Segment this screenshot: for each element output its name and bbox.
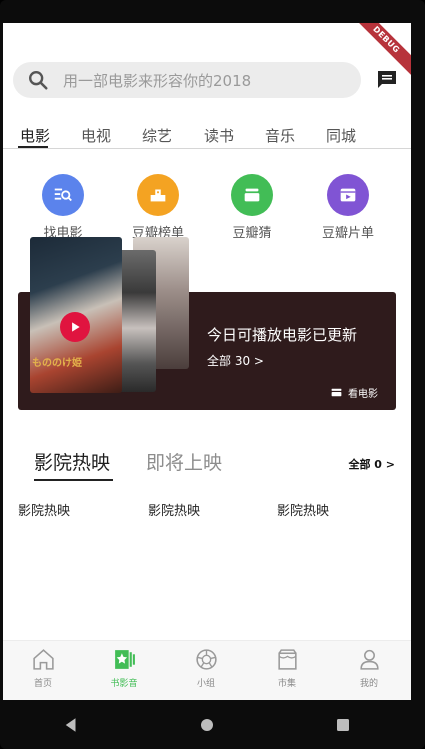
play-icon: [72, 322, 80, 332]
quick-guess[interactable]: 豆瓣猜: [212, 174, 292, 241]
film-list-icon: [327, 174, 369, 216]
bookmovie-icon: [114, 650, 135, 669]
quick-lists-label: 豆瓣片单: [321, 226, 374, 241]
nav-market[interactable]: 市集: [247, 647, 327, 689]
search-placeholder: 用一部电影来形容你的2018: [63, 71, 252, 90]
nav-market-label: 市集: [277, 679, 296, 689]
tab-books[interactable]: 读书: [204, 125, 234, 146]
podium-icon: [137, 174, 179, 216]
search-icon: [29, 71, 48, 90]
tab-music[interactable]: 音乐: [265, 125, 295, 146]
back-icon[interactable]: [62, 716, 80, 734]
tab-local[interactable]: 同城: [326, 125, 356, 146]
profile-icon: [359, 649, 379, 670]
watch-movie-button[interactable]: 看电影: [330, 385, 378, 400]
poster-title: もののけ姫: [32, 358, 82, 369]
banner-all-link[interactable]: 全部 30 >: [207, 352, 264, 369]
search-list-icon: [42, 174, 84, 216]
message-icon[interactable]: [375, 68, 399, 92]
bottom-navigation: 首页 书影音 小组 市集 我的: [3, 640, 411, 700]
tab-movie[interactable]: 电影: [20, 125, 50, 146]
active-tab-indicator: [18, 146, 48, 148]
nav-bookmovie[interactable]: 书影音: [84, 647, 164, 689]
tab-variety[interactable]: 综艺: [142, 125, 172, 146]
quick-guess-label: 豆瓣猜: [232, 226, 272, 241]
quick-rankings[interactable]: 豆瓣榜单: [118, 174, 198, 241]
search-input[interactable]: 用一部电影来形容你的2018: [13, 62, 361, 98]
nav-profile-label: 我的: [359, 679, 378, 689]
home-icon: [32, 649, 54, 670]
android-nav-bar: [3, 700, 411, 749]
watch-movie-label: 看电影: [348, 389, 378, 400]
tab-tv[interactable]: 电视: [81, 125, 111, 146]
home-button-icon[interactable]: [198, 716, 216, 734]
nav-group[interactable]: 小组: [166, 647, 246, 689]
market-icon: [277, 649, 297, 670]
group-icon: [195, 649, 217, 670]
quick-lists[interactable]: 豆瓣片单: [308, 174, 388, 241]
nav-bookmovie-label: 书影音: [110, 679, 138, 689]
banner-title: 今日可播放电影已更新: [207, 326, 358, 344]
device-frame: DEBUG 用一部电影来形容你的2018 电影 电视 综艺 读书 音乐 同城 找…: [0, 0, 425, 749]
nav-profile[interactable]: 我的: [329, 647, 409, 689]
stack-icon: [231, 174, 273, 216]
quick-entries: 找电影 豆瓣榜单 豆瓣猜 豆瓣片单: [3, 174, 411, 244]
quick-find-movie[interactable]: 找电影: [23, 174, 103, 241]
nav-home-label: 首页: [33, 679, 52, 689]
category-tabs: 电影 电视 综艺 读书 音乐 同城: [3, 123, 411, 149]
recents-icon[interactable]: [334, 716, 352, 734]
play-button[interactable]: [60, 312, 90, 342]
nav-group-label: 小组: [196, 679, 215, 689]
search-row: 用一部电影来形容你的2018: [13, 61, 401, 99]
ticket-icon: [331, 388, 342, 397]
nav-home[interactable]: 首页: [3, 647, 83, 689]
